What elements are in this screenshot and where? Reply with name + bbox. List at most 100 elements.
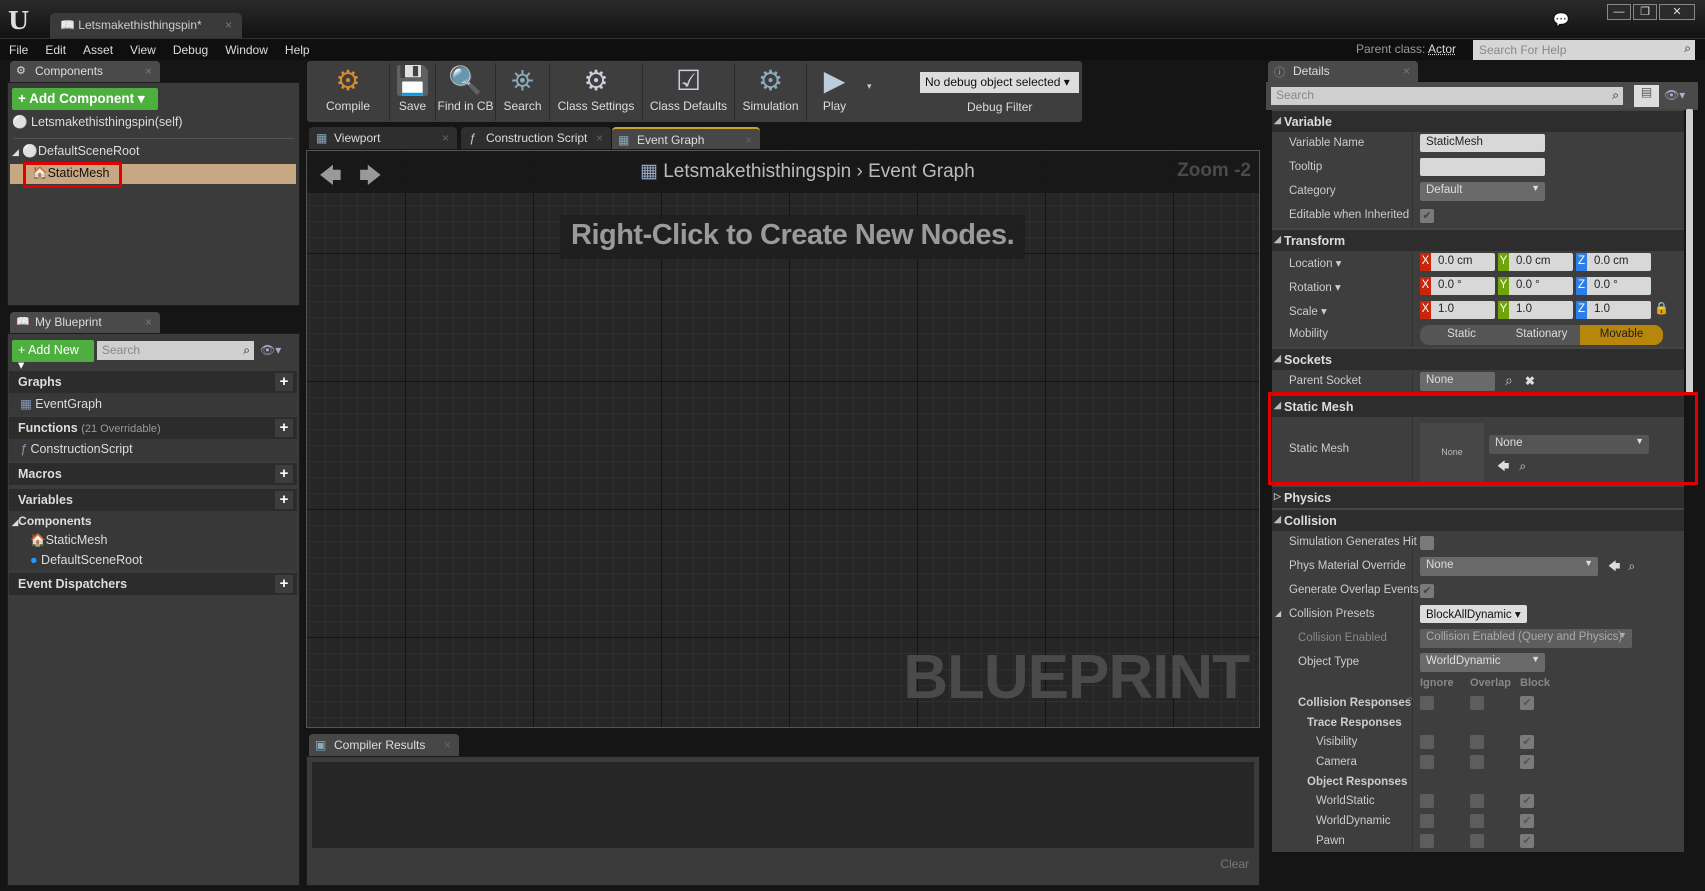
column-divider[interactable]	[1412, 773, 1413, 792]
mobility-static[interactable]: Static	[1420, 325, 1503, 345]
construction-script-item[interactable]: ƒ ConstructionScript	[20, 442, 133, 456]
add-new-button[interactable]: + Add New ▾	[12, 340, 94, 372]
mobility-movable[interactable]: Movable	[1580, 325, 1663, 345]
x-input[interactable]: X 0.0 cm	[1420, 253, 1495, 271]
overlap-checkbox[interactable]	[1470, 735, 1484, 749]
menu-file[interactable]: File	[0, 39, 36, 57]
section-physics[interactable]: ▷ Physics	[1272, 485, 1684, 508]
column-divider[interactable]	[1412, 299, 1413, 323]
visibility-eye-icon[interactable]: 👁▾	[260, 343, 281, 357]
ignore-checkbox[interactable]	[1420, 834, 1434, 848]
maximize-button[interactable]: ❐	[1633, 4, 1657, 20]
column-divider[interactable]	[1412, 275, 1413, 299]
clear-icon[interactable]: ✖	[1525, 374, 1535, 388]
notification-icon[interactable]: 💬	[1553, 12, 1569, 28]
component-default-scene-root[interactable]: ◢ ⚪DefaultSceneRoot	[12, 144, 139, 159]
breadcrumb-root[interactable]: Letsmakethisthingspin	[663, 161, 851, 182]
checkbox-editable-when-inherited[interactable]: ✔	[1420, 209, 1434, 223]
collapse-arrow-icon[interactable]: ◢	[1274, 400, 1281, 411]
column-divider[interactable]	[1412, 792, 1413, 812]
menu-help[interactable]: Help	[276, 39, 318, 57]
event-graph-item[interactable]: ▦ EventGraph	[20, 396, 102, 411]
section-transform[interactable]: ◢ Transform	[1272, 228, 1684, 251]
z-input[interactable]: Z 0.0 cm	[1576, 253, 1651, 271]
overlap-checkbox[interactable]	[1470, 834, 1484, 848]
menu-asset[interactable]: Asset	[74, 39, 121, 57]
collapse-arrow-icon[interactable]: ◢	[1274, 514, 1281, 525]
blueprint-search-input[interactable]: Search ⌕	[97, 341, 254, 360]
section-variable[interactable]: ◢ Variable	[1272, 109, 1684, 132]
column-divider[interactable]	[1412, 370, 1413, 394]
column-divider[interactable]	[1412, 832, 1413, 852]
menu-view[interactable]: View	[121, 39, 164, 57]
visibility-eye-icon[interactable]: 👁▾	[1664, 88, 1685, 102]
clear-button[interactable]: Clear	[1220, 857, 1249, 871]
x-input[interactable]: X 0.0 °	[1420, 277, 1495, 295]
my-blueprint-tab[interactable]: 📖 My Blueprint ×	[10, 312, 160, 333]
column-divider[interactable]	[1412, 675, 1413, 694]
block-checkbox[interactable]: ✔	[1520, 755, 1534, 769]
ignore-checkbox[interactable]	[1420, 814, 1434, 828]
close-tab-icon[interactable]: ×	[1403, 64, 1410, 78]
menu-debug[interactable]: Debug	[164, 39, 216, 57]
details-search-input[interactable]: Search ⌕	[1271, 87, 1623, 105]
simulation-button[interactable]: ⚙ Simulation	[735, 63, 807, 121]
details-tab[interactable]: ⓘ Details ×	[1268, 61, 1418, 82]
add-macro-button[interactable]: +	[275, 465, 293, 483]
close-tab-icon[interactable]: ×	[225, 18, 232, 32]
minimize-button[interactable]: —	[1607, 4, 1631, 20]
column-divider[interactable]	[1412, 132, 1413, 156]
block-checkbox[interactable]: ✔	[1520, 834, 1534, 848]
find-in-cb-button[interactable]: 🔍 Find in CB	[436, 63, 496, 121]
section-collision[interactable]: ◢ Collision	[1272, 508, 1684, 531]
ignore-checkbox[interactable]	[1420, 755, 1434, 769]
add-dispatcher-button[interactable]: +	[275, 575, 293, 593]
document-tab[interactable]: 📖 Letsmakethisthingspin* ×	[50, 13, 242, 38]
column-divider[interactable]	[1412, 627, 1413, 651]
search-icon[interactable]: ⌕	[1505, 372, 1513, 388]
close-tab-icon[interactable]: ×	[145, 315, 152, 329]
class-defaults-button[interactable]: ☑ Class Defaults	[643, 63, 735, 121]
checkbox-simulation-generates-hit[interactable]	[1420, 536, 1434, 550]
block-checkbox[interactable]: ✔	[1520, 696, 1534, 710]
overlap-checkbox[interactable]	[1470, 755, 1484, 769]
text-field-tooltip[interactable]	[1420, 158, 1545, 176]
play-button[interactable]: ▶ Play	[807, 63, 862, 121]
category-variables[interactable]: Variables +	[9, 489, 297, 511]
add-component-button[interactable]: + Add Component ▾	[12, 88, 158, 110]
static-mesh-dropdown[interactable]: None ▼	[1489, 435, 1649, 454]
details-scrollbar[interactable]	[1686, 109, 1693, 393]
column-divider[interactable]	[1412, 156, 1413, 180]
collapse-arrow-icon[interactable]: ◢	[1274, 353, 1281, 364]
use-selected-arrow-icon[interactable]: 🡄	[1608, 559, 1620, 573]
column-divider[interactable]	[1412, 555, 1413, 579]
parent-class-link[interactable]: Actor	[1428, 42, 1456, 56]
close-tab-icon[interactable]: ×	[145, 64, 152, 78]
category-macros[interactable]: Macros +	[9, 463, 297, 485]
ignore-checkbox[interactable]	[1420, 735, 1434, 749]
column-divider[interactable]	[1412, 323, 1413, 347]
dropdown-collision-enabled[interactable]: Collision Enabled (Query and Physics) ▼	[1420, 629, 1632, 648]
component-self[interactable]: ⚪ Letsmakethisthingspin(self)	[12, 115, 183, 130]
block-checkbox[interactable]: ✔	[1520, 794, 1534, 808]
class-settings-button[interactable]: ⚙ Class Settings	[550, 63, 643, 121]
text-field-variable-name[interactable]: StaticMesh	[1420, 134, 1545, 152]
column-divider[interactable]	[1412, 204, 1413, 228]
block-checkbox[interactable]: ✔	[1520, 735, 1534, 749]
forward-arrow-icon[interactable]: 🡆	[359, 159, 382, 197]
play-options-dropdown[interactable]: ▾	[867, 81, 872, 92]
z-input[interactable]: Z 1.0	[1576, 301, 1651, 319]
static-mesh-item[interactable]: 🏠StaticMesh	[32, 166, 109, 181]
section-sockets[interactable]: ◢ Sockets	[1272, 347, 1684, 370]
expand-arrow-icon[interactable]: ▷	[1274, 491, 1281, 502]
column-divider[interactable]	[1412, 180, 1413, 204]
mobility-stationary[interactable]: Stationary	[1500, 325, 1583, 345]
z-input[interactable]: Z 0.0 °	[1576, 277, 1651, 295]
back-arrow-icon[interactable]: 🡄	[319, 159, 342, 197]
menu-edit[interactable]: Edit	[36, 39, 74, 57]
tab-event-graph[interactable]: ▦ Event Graph ×	[612, 127, 760, 149]
parent-socket-field[interactable]: None	[1420, 372, 1495, 391]
tab-compiler-results[interactable]: ▣ Compiler Results ×	[309, 734, 459, 756]
column-divider[interactable]	[1412, 651, 1413, 675]
x-input[interactable]: X 1.0	[1420, 301, 1495, 319]
